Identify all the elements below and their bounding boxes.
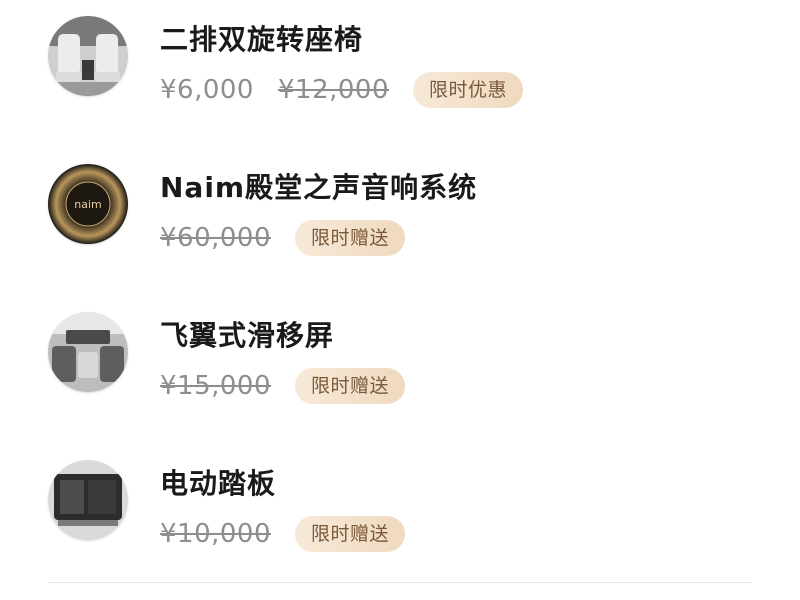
promo-badge: 限时赠送 — [295, 516, 406, 552]
item-title: 飞翼式滑移屏 — [160, 319, 335, 352]
original-price: ¥10,000 — [160, 519, 272, 549]
power-step-photo-icon — [48, 460, 128, 540]
divider — [48, 582, 752, 583]
promo-badge: 限时赠送 — [295, 368, 406, 404]
item-title: 二排双旋转座椅 — [160, 23, 364, 56]
original-price: ¥60,000 — [160, 223, 272, 253]
list-item[interactable]: naim Naim殿堂之声音响系统 ¥60,000 限时赠送 — [0, 148, 800, 288]
price-row: ¥60,000 限时赠送 — [160, 220, 406, 256]
price-row: ¥6,000 ¥12,000 限时优惠 — [160, 72, 524, 108]
price-row: ¥15,000 限时赠送 — [160, 368, 406, 404]
svg-text:naim: naim — [74, 198, 101, 211]
item-title: 电动踏板 — [160, 467, 277, 500]
list-item[interactable]: 二排双旋转座椅 ¥6,000 ¥12,000 限时优惠 — [0, 0, 800, 140]
promo-badge: 限时赠送 — [295, 220, 406, 256]
list-item[interactable]: 电动踏板 ¥10,000 限时赠送 — [0, 444, 800, 584]
swivel-seat-photo-icon — [48, 16, 128, 96]
promo-badge: 限时优惠 — [413, 72, 524, 108]
original-price: ¥12,000 — [277, 75, 390, 105]
original-price: ¥15,000 — [160, 371, 272, 401]
sliding-screen-photo-icon — [48, 312, 128, 392]
item-title: Naim殿堂之声音响系统 — [160, 171, 478, 204]
option-list: 二排双旋转座椅 ¥6,000 ¥12,000 限时优惠 naim Naim殿堂之… — [0, 0, 800, 600]
price-row: ¥10,000 限时赠送 — [160, 516, 406, 552]
naim-speaker-photo-icon: naim — [48, 164, 128, 244]
list-item[interactable]: 飞翼式滑移屏 ¥15,000 限时赠送 — [0, 296, 800, 436]
sale-price: ¥6,000 — [160, 75, 254, 105]
